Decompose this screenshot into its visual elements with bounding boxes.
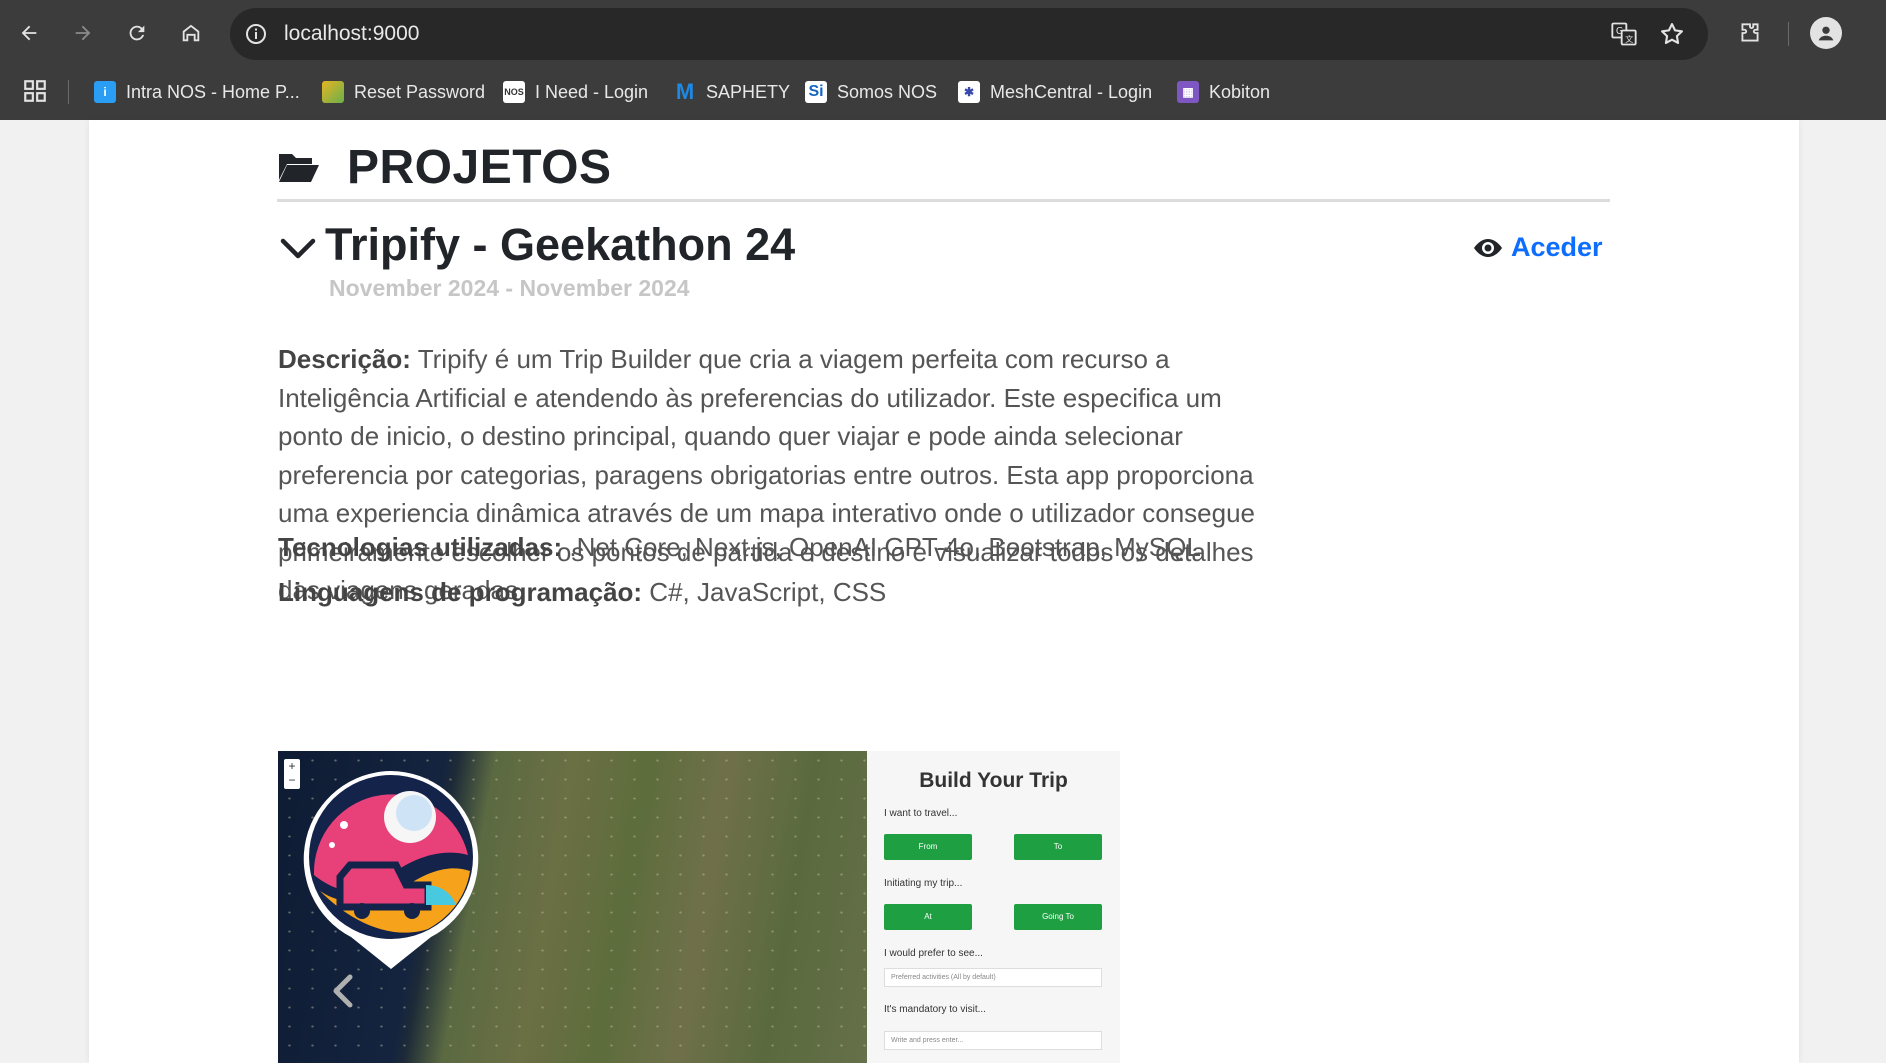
svg-text:G: G [1616,26,1623,37]
section-header: PROJETOS [277,120,1610,202]
extensions-button[interactable] [1731,14,1769,52]
bookmark-label: Reset Password [354,81,486,102]
puzzle-icon [1741,23,1759,42]
languages-label: Linguagens de programação: [278,577,643,607]
bookmarks-bar: i Intra NOS - Home P... Reset Password N… [0,68,1886,120]
going-to-button[interactable]: Going To [1014,904,1102,930]
url-text[interactable]: localhost:9000 [284,22,419,46]
back-arrow-icon [21,25,37,41]
toolbar-divider [1788,22,1789,46]
section-title: PROJETOS [347,141,612,194]
bookmark-i-need-login[interactable]: NOS I Need - Login [503,76,648,108]
build-trip-panel: Build Your Trip I want to travel... From… [867,751,1120,1063]
forward-arrow-icon [75,25,91,41]
at-button[interactable]: At [884,904,972,930]
technologies-value: .Net Core, Next.js, OpenAI GPT-4o, Boots… [562,532,1201,562]
carousel-prev-icon[interactable] [328,971,358,1011]
home-icon [182,24,200,42]
folder-open-icon [279,154,319,182]
mandatory-label: It's mandatory to visit... [884,1004,986,1015]
bookmark-meshcentral[interactable]: ✱ MeshCentral - Login [958,76,1152,108]
eye-icon [1474,238,1502,257]
bookmark-reset-password[interactable]: Reset Password [322,76,485,108]
translate-icon[interactable]: G文 [1610,20,1638,48]
access-label: Aceder [1511,232,1603,262]
kobiton-icon: ▦ [1177,81,1199,103]
collapse-chevron-icon[interactable] [279,230,317,268]
preferred-activities-select[interactable]: Preferred activities (All by default) [884,968,1102,987]
home-button[interactable] [172,14,210,52]
satellite-map: + − [278,751,867,1063]
bookmark-label: I Need - Login [535,81,649,102]
bookmark-label: MeshCentral - Login [990,81,1153,102]
bookmark-somos-nos[interactable]: Si Somos NOS [805,76,937,108]
project-title[interactable]: Tripify - Geekathon 24 [325,219,795,271]
browser-toolbar: localhost:9000 G文 [0,0,1886,68]
site-info-icon[interactable] [244,22,268,46]
technologies-line: Tecnologias utilizadas: .Net Core, Next.… [278,532,1201,563]
mandatory-visit-input[interactable]: Write and press enter... [884,1031,1102,1050]
address-bar[interactable]: localhost:9000 G文 [230,8,1708,60]
tripify-logo-icon [303,771,479,969]
apps-grid-icon[interactable] [22,78,48,104]
bookmark-saphety[interactable]: M SAPHETY [674,76,790,108]
bookmark-label: Intra NOS - Home P... [126,81,300,102]
bookmark-label: SAPHETY [706,81,791,102]
meshcentral-icon: ✱ [958,81,980,103]
description-text: Tripify é um Trip Builder que cria a via… [278,344,1256,605]
profile-avatar[interactable] [1810,17,1842,49]
bookmark-star-icon[interactable] [1658,20,1686,48]
travel-label: I want to travel... [884,808,958,819]
technologies-label: Tecnologias utilizadas: [278,532,563,562]
page-content: PROJETOS Tripify - Geekathon 24 November… [89,120,1799,1063]
prefer-label: I would prefer to see... [884,948,983,959]
languages-line: Linguagens de programação: C#, JavaScrip… [278,577,886,608]
intra-nos-icon: i [94,81,116,103]
project-description: Descrição: Tripify é um Trip Builder que… [278,340,1288,610]
project-date: November 2024 - November 2024 [329,275,690,301]
reload-button[interactable] [118,14,156,52]
saphety-icon: M [675,79,695,104]
bookmark-label: Kobiton [1209,81,1271,102]
project-screenshot-carousel: + − Build Your Trip I want to travel... … [278,751,1120,1063]
nos-icon: NOS [503,81,525,103]
reset-password-icon [322,81,344,103]
languages-value: C#, JavaScript, CSS [642,577,887,607]
forward-button[interactable] [64,14,102,52]
back-button[interactable] [10,14,48,52]
person-icon [1818,26,1834,41]
bookmark-kobiton[interactable]: ▦ Kobiton [1177,76,1270,108]
bookmarks-divider [68,80,69,104]
initiating-label: Initiating my trip... [884,878,963,889]
bookmark-intra-nos[interactable]: i Intra NOS - Home P... [94,76,300,108]
access-link[interactable]: Aceder [1473,232,1603,263]
reload-icon [129,25,145,41]
from-button[interactable]: From [884,834,972,860]
bookmark-label: Somos NOS [837,81,938,102]
to-button[interactable]: To [1014,834,1102,860]
browser-chrome: localhost:9000 G文 i Intra NOS - Home P..… [0,0,1886,120]
description-label: Descrição: [278,344,411,374]
somos-nos-icon: Si [805,81,827,103]
svg-text:文: 文 [1625,34,1633,44]
panel-title: Build Your Trip [919,769,1068,792]
